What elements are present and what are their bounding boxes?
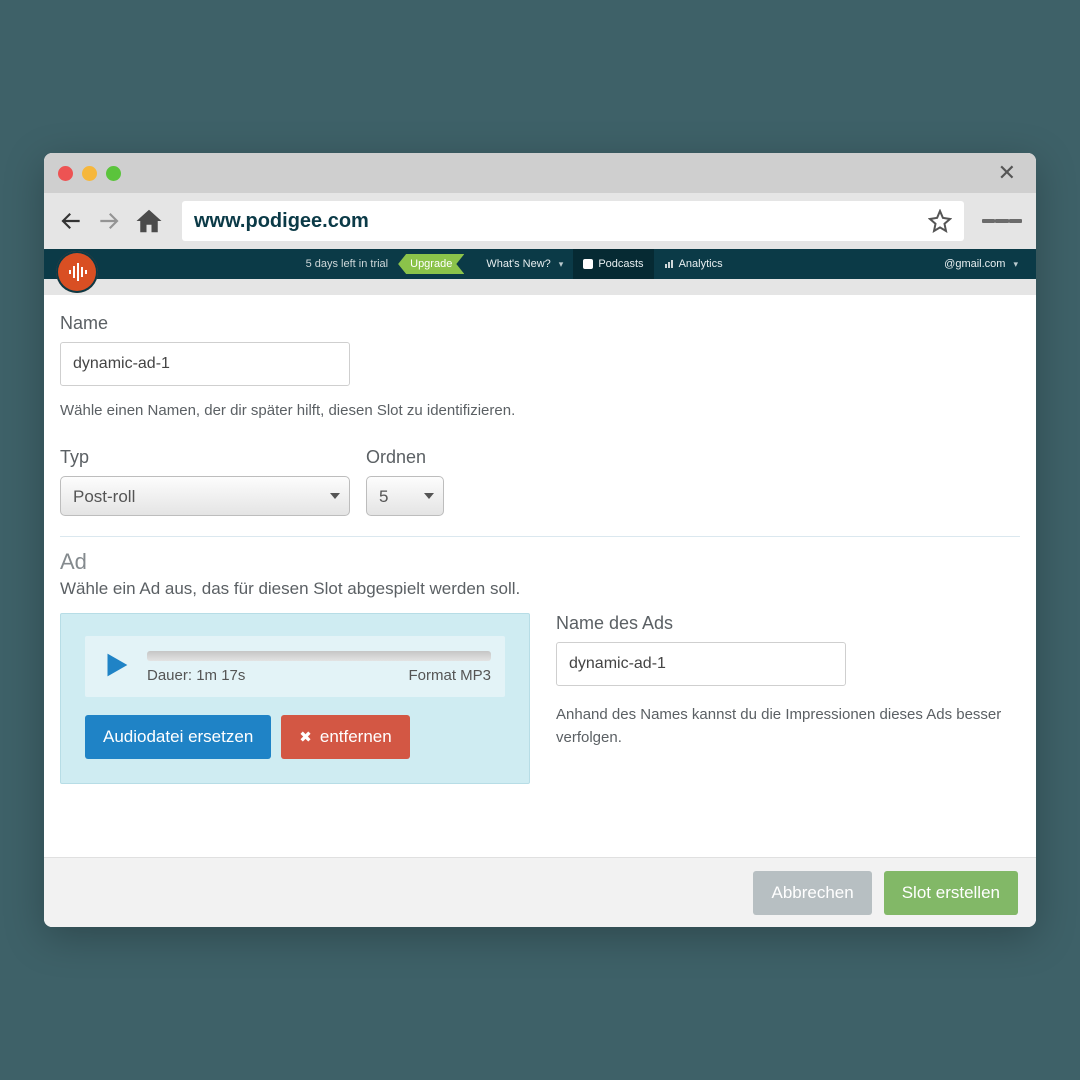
typ-field-label: Typ bbox=[60, 447, 350, 468]
bookmark-star-icon[interactable] bbox=[928, 209, 952, 233]
menu-button[interactable] bbox=[982, 216, 1022, 226]
audio-progress-bar[interactable] bbox=[147, 651, 491, 661]
analytics-icon bbox=[664, 259, 674, 269]
url-bar[interactable]: www.podigee.com bbox=[182, 201, 964, 241]
section-divider bbox=[60, 536, 1020, 537]
rss-icon bbox=[583, 259, 593, 269]
sub-toolbar-strip bbox=[44, 279, 1036, 295]
remove-audio-button[interactable]: ✖ entfernen bbox=[281, 715, 409, 759]
app-logo[interactable] bbox=[56, 251, 98, 293]
close-icon[interactable]: ✕ bbox=[992, 160, 1022, 186]
home-button[interactable] bbox=[134, 206, 164, 236]
analytics-link[interactable]: Analytics bbox=[654, 249, 733, 279]
ad-section-title: Ad bbox=[60, 549, 1020, 575]
window-titlebar: ✕ bbox=[44, 153, 1036, 193]
ad-audio-card: Dauer: 1m 17s Format MP3 Audiodatei erse… bbox=[60, 613, 530, 784]
window-minimize-light[interactable] bbox=[82, 166, 97, 181]
cancel-button[interactable]: Abbrechen bbox=[753, 871, 871, 915]
traffic-lights bbox=[58, 166, 121, 181]
forward-button[interactable] bbox=[96, 208, 122, 234]
analytics-label: Analytics bbox=[679, 258, 723, 270]
audio-duration: Dauer: 1m 17s bbox=[147, 667, 245, 684]
main-content: Name Wähle einen Namen, der dir später h… bbox=[44, 295, 1036, 857]
ordnen-select[interactable]: 5 bbox=[366, 476, 444, 516]
upgrade-button[interactable]: Upgrade bbox=[398, 254, 464, 274]
whats-new-link[interactable]: What's New? bbox=[476, 249, 573, 279]
ordnen-field-label: Ordnen bbox=[366, 447, 444, 468]
account-menu[interactable]: @gmail.com bbox=[934, 249, 1028, 279]
audio-player: Dauer: 1m 17s Format MP3 bbox=[85, 636, 505, 697]
audio-format: Format MP3 bbox=[408, 667, 491, 684]
remove-icon: ✖ bbox=[299, 728, 312, 746]
ad-name-field-label: Name des Ads bbox=[556, 613, 1020, 634]
create-slot-button[interactable]: Slot erstellen bbox=[884, 871, 1018, 915]
remove-label: entfernen bbox=[320, 727, 392, 747]
window-maximize-light[interactable] bbox=[106, 166, 121, 181]
name-field-label: Name bbox=[60, 313, 1020, 334]
slot-name-input[interactable] bbox=[60, 342, 350, 386]
dialog-footer: Abbrechen Slot erstellen bbox=[44, 857, 1036, 927]
back-button[interactable] bbox=[58, 208, 84, 234]
replace-audio-button[interactable]: Audiodatei ersetzen bbox=[85, 715, 271, 759]
typ-select[interactable]: Post-roll bbox=[60, 476, 350, 516]
ad-name-help-text: Anhand des Names kannst du die Impressio… bbox=[556, 704, 1020, 749]
podcasts-label: Podcasts bbox=[598, 258, 643, 270]
trial-status: 5 days left in trial bbox=[306, 258, 389, 270]
play-button[interactable] bbox=[99, 648, 133, 687]
ad-name-input[interactable] bbox=[556, 642, 846, 686]
name-help-text: Wähle einen Namen, der dir später hilft,… bbox=[60, 402, 1020, 419]
podcasts-link[interactable]: Podcasts bbox=[573, 249, 653, 279]
browser-toolbar: www.podigee.com bbox=[44, 193, 1036, 249]
app-topbar: 5 days left in trial Upgrade What's New?… bbox=[44, 249, 1036, 279]
window-close-light[interactable] bbox=[58, 166, 73, 181]
url-text: www.podigee.com bbox=[194, 210, 369, 233]
ad-section-subtitle: Wähle ein Ad aus, das für diesen Slot ab… bbox=[60, 579, 1020, 599]
browser-window: ✕ www.podigee.com bbox=[44, 153, 1036, 927]
